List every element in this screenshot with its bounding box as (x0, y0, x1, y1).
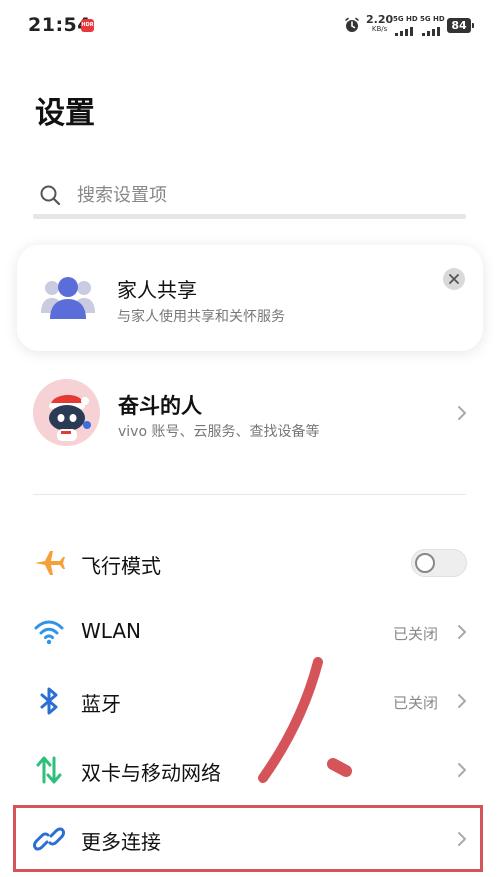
alarm-icon (345, 17, 359, 32)
link-icon (33, 827, 65, 851)
toggle-knob (415, 553, 435, 573)
close-icon (449, 274, 459, 284)
sim2-signal-icon: 5G HD (420, 15, 445, 37)
settings-row-bluetooth[interactable]: 蓝牙 已关闭 (0, 671, 500, 731)
search-bar[interactable] (33, 175, 466, 219)
avatar[interactable] (33, 379, 100, 446)
chevron-right-icon (458, 832, 466, 846)
network-speed-unit: KB/s (371, 25, 388, 33)
status-bar: 21:54 HDR 2.20 KB/s 5G HD 5G HD 84 (0, 0, 500, 52)
family-sharing-subtitle: 与家人使用共享和关怀服务 (117, 309, 285, 325)
setting-status: 已关闭 (392, 694, 438, 712)
settings-row-airplane-mode[interactable]: 飞行模式 (0, 533, 500, 593)
chevron-right-icon (458, 694, 466, 708)
chevron-right-icon (458, 763, 466, 777)
chevron-right-icon (458, 406, 466, 420)
sim1-label: 5G HD (393, 15, 418, 23)
mobile-network-icon (36, 756, 62, 784)
wifi-icon (34, 620, 64, 645)
family-sharing-card[interactable]: 家人共享 与家人使用共享和关怀服务 (17, 245, 483, 351)
page-title: 设置 (35, 96, 95, 131)
notification-badge-icon: HDR (81, 19, 94, 32)
settings-row-mobile-network[interactable]: 双卡与移动网络 (0, 740, 500, 800)
battery-icon: 84 (447, 18, 474, 33)
search-underline (33, 214, 466, 219)
settings-row-more-connections[interactable]: 更多连接 (0, 809, 500, 869)
family-card-close-button[interactable] (443, 268, 465, 290)
settings-row-wlan[interactable]: WLAN 已关闭 (0, 602, 500, 662)
sim1-signal-icon: 5G HD (393, 15, 418, 37)
setting-label: 双卡与移动网络 (81, 761, 221, 785)
family-sharing-title: 家人共享 (117, 278, 197, 302)
setting-status: 已关闭 (392, 625, 438, 643)
account-name: 奋斗的人 (118, 394, 202, 418)
chevron-right-icon (458, 625, 466, 639)
search-input[interactable] (77, 180, 447, 210)
robot-avatar-icon (33, 379, 100, 446)
family-people-icon (41, 277, 95, 319)
airplane-icon (35, 551, 65, 575)
account-subtitle: vivo 账号、云服务、查找设备等 (118, 424, 320, 440)
section-divider (33, 494, 466, 495)
airplane-mode-toggle[interactable] (411, 549, 467, 577)
setting-label: 更多连接 (81, 830, 161, 854)
search-icon (40, 185, 61, 206)
sim2-label: 5G HD (420, 15, 445, 23)
setting-label: WLAN (81, 619, 142, 643)
network-speed: 2.20 KB/s (366, 14, 393, 34)
setting-label: 蓝牙 (81, 692, 121, 716)
account-row[interactable]: 奋斗的人 vivo 账号、云服务、查找设备等 (0, 375, 500, 455)
setting-label: 飞行模式 (81, 554, 161, 578)
bluetooth-icon (40, 687, 58, 715)
